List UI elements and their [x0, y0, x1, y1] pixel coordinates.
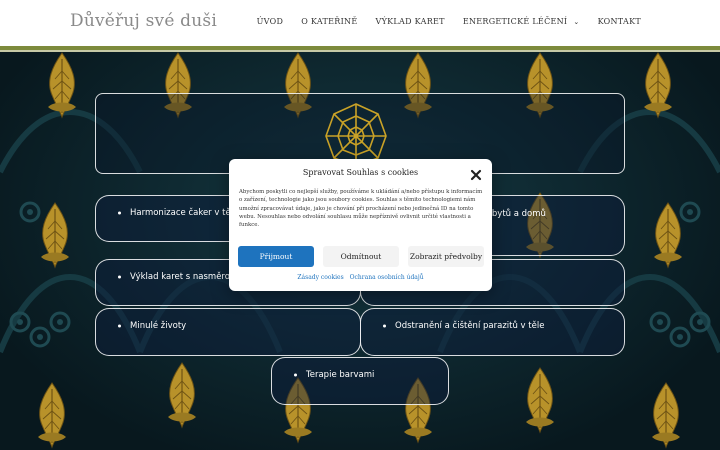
nav-item-uvod[interactable]: Úvod — [257, 17, 284, 26]
nav-label: O Kateřině — [301, 17, 358, 26]
nav-item-kontakt[interactable]: Kontakt — [598, 17, 641, 26]
privacy-policy-link[interactable]: Ochrana osobních údajů — [350, 274, 424, 281]
nav-label: Kontakt — [597, 17, 641, 26]
nav-item-o-katerine[interactable]: O Kateřině — [301, 17, 357, 26]
main-nav: Úvod O Kateřině Výklad karet Energetické… — [257, 17, 641, 26]
site-title[interactable]: Důvěřuj své duši — [70, 11, 217, 31]
nav-item-vyklad-karet[interactable]: Výklad karet — [376, 17, 445, 26]
service-card[interactable]: Terapie barvami — [271, 357, 449, 405]
cookie-consent-dialog: Spravovat Souhlas s cookies Abychom posk… — [229, 159, 492, 291]
cookie-policy-link[interactable]: Zásady cookies — [297, 274, 343, 281]
nav-item-energeticke-leceni[interactable]: Energetické léčení ⌄ — [463, 17, 580, 26]
service-card[interactable]: Minulé životy — [95, 308, 361, 356]
accept-button[interactable]: Přijmout — [238, 246, 314, 267]
deny-button[interactable]: Odmítnout — [323, 246, 399, 267]
nav-label: Výklad karet — [375, 17, 445, 26]
close-icon[interactable] — [470, 166, 482, 181]
nav-label: Energetické léčení — [462, 17, 568, 26]
site-header: Důvěřuj své duši Úvod O Kateřině Výklad … — [0, 0, 720, 46]
dialog-title: Spravovat Souhlas s cookies — [302, 168, 419, 177]
dialog-body-text: Abychom poskytli co nejlepší služby, pou… — [239, 189, 483, 229]
nav-label: Úvod — [256, 17, 284, 26]
preferences-button[interactable]: Zobrazit předvolby — [408, 246, 484, 267]
dialog-links: Zásady cookies Ochrana osobních údajů — [229, 274, 492, 281]
chevron-down-icon: ⌄ — [573, 17, 580, 26]
service-card[interactable]: Odstranění a čištění parazitů v těle — [360, 308, 625, 356]
